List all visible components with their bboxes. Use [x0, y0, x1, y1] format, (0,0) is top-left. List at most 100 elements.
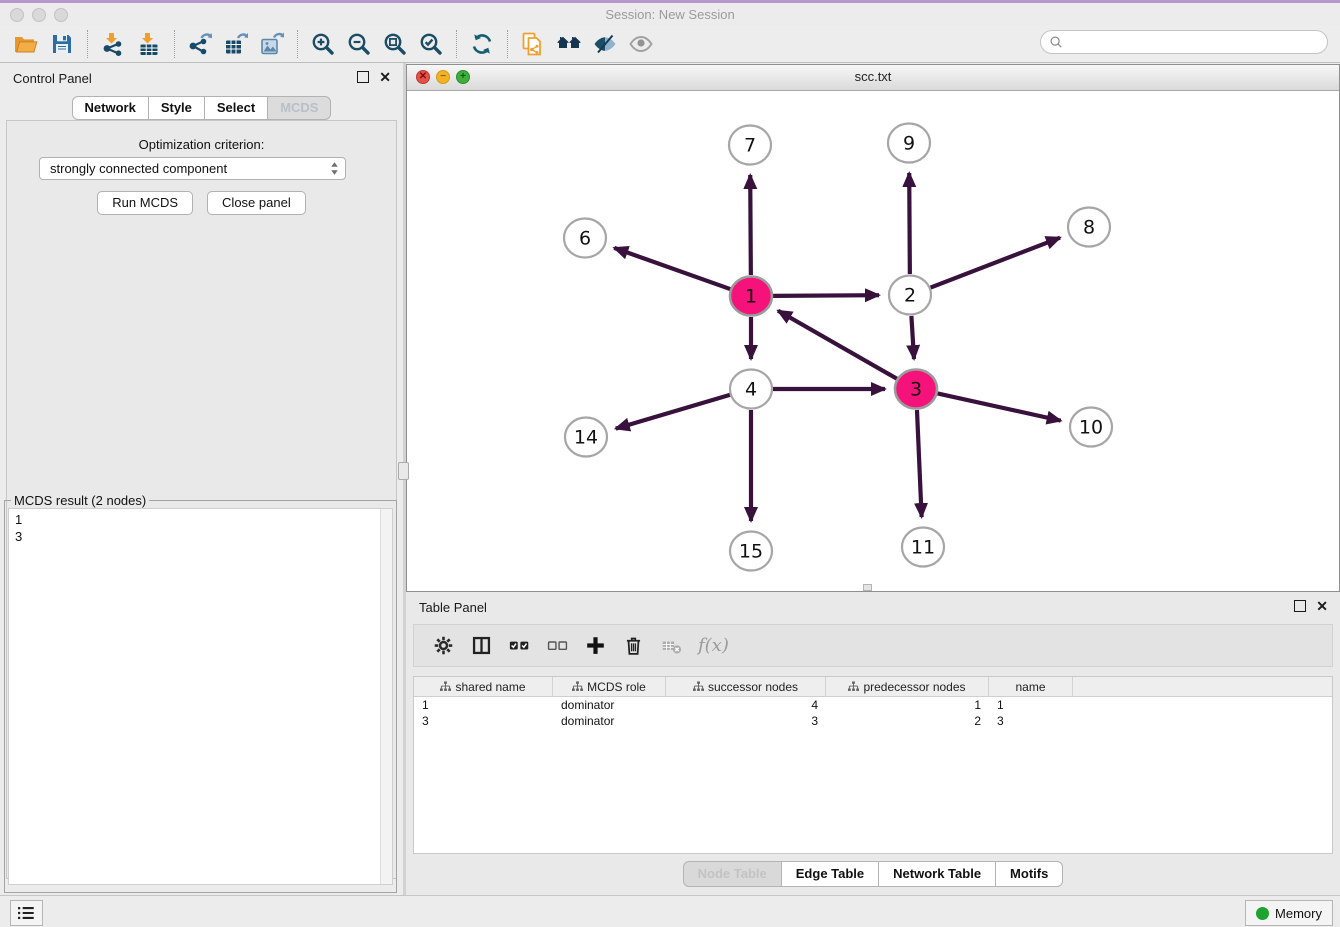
- graph-edge-3-10[interactable]: [937, 393, 1060, 420]
- graph-node-14[interactable]: 14: [565, 418, 607, 457]
- table-cell[interactable]: 1: [826, 698, 989, 712]
- graph-node-1[interactable]: 1: [730, 277, 772, 316]
- titlebar: Session: New Session: [0, 3, 1340, 27]
- zoom-in-icon[interactable]: [305, 29, 341, 59]
- graph-node-4[interactable]: 4: [730, 370, 772, 409]
- table-cell[interactable]: 3: [666, 714, 826, 728]
- network-splitter-handle[interactable]: [863, 584, 872, 591]
- graph-edge-1-7[interactable]: [750, 175, 751, 275]
- sort-column-icon: [572, 681, 583, 692]
- tab-edge-table[interactable]: Edge Table: [782, 861, 879, 887]
- tab-node-table[interactable]: Node Table: [683, 861, 782, 887]
- graph-node-10[interactable]: 10: [1070, 408, 1112, 447]
- graph-edge-4-14[interactable]: [616, 395, 730, 429]
- graph-node-2[interactable]: 2: [889, 276, 931, 315]
- network-graph[interactable]: 7 9 6 8 1 2 4 3 14 10 15 11: [407, 90, 1339, 591]
- add-column-icon[interactable]: [584, 634, 607, 657]
- search-box[interactable]: [1040, 30, 1328, 54]
- tab-network-table[interactable]: Network Table: [879, 861, 996, 887]
- table-cell[interactable]: dominator: [553, 714, 666, 728]
- table-row[interactable]: 1dominator411: [414, 697, 1332, 713]
- table-header-row: shared name MCDS role successor nodesprede…: [414, 677, 1332, 697]
- deselect-all-columns-icon[interactable]: [546, 634, 569, 657]
- split-columns-icon[interactable]: [470, 634, 493, 657]
- new-network-from-selection-icon[interactable]: [515, 29, 551, 59]
- attribute-settings-icon[interactable]: [432, 634, 455, 657]
- export-network-icon[interactable]: [182, 29, 218, 59]
- graph-edge-2-9[interactable]: [909, 173, 910, 274]
- import-network-icon[interactable]: [95, 29, 131, 59]
- zoom-out-icon[interactable]: [341, 29, 377, 59]
- network-view-window: ✕ − + scc.txt 7 9 6 8 1 2 4 3 14 10 15 11: [406, 64, 1340, 592]
- zoom-selected-icon[interactable]: [413, 29, 449, 59]
- criterion-selected-value: strongly connected component: [50, 161, 330, 176]
- tab-style[interactable]: Style: [149, 96, 205, 120]
- graph-edge-1-6[interactable]: [614, 248, 730, 289]
- table-cell[interactable]: 1: [989, 698, 1073, 712]
- table-panel: Table Panel ✕ f(x) shared nameMCDS roles…: [406, 592, 1340, 895]
- refresh-view-icon[interactable]: [464, 29, 500, 59]
- column-header-name[interactable]: name: [989, 677, 1073, 696]
- control-panel-header: Control Panel ✕: [0, 63, 403, 93]
- close-panel-button[interactable]: Close panel: [207, 191, 306, 215]
- hide-selected-icon[interactable]: [587, 29, 623, 59]
- tab-select[interactable]: Select: [205, 96, 268, 120]
- panel-splitter-handle[interactable]: [398, 462, 409, 480]
- graph-node-15[interactable]: 15: [730, 532, 772, 571]
- column-header-MCDS-role[interactable]: MCDS role: [553, 677, 666, 696]
- delete-column-icon[interactable]: [622, 634, 645, 657]
- search-input[interactable]: [1068, 34, 1319, 51]
- graph-node-3[interactable]: 3: [895, 370, 937, 409]
- column-header-predecessor-nodes[interactable]: predecessor nodes: [826, 677, 989, 696]
- graph-edge-3-11[interactable]: [917, 410, 922, 517]
- table-row[interactable]: 3dominator323: [414, 713, 1332, 729]
- column-header-shared-name[interactable]: shared name: [414, 677, 553, 696]
- tab-motifs[interactable]: Motifs: [996, 861, 1063, 887]
- column-header-label: MCDS role: [587, 680, 646, 694]
- result-scrollbar[interactable]: [380, 509, 392, 884]
- reset-home-icon[interactable]: [551, 29, 587, 59]
- zoom-fit-icon[interactable]: [377, 29, 413, 59]
- graph-node-6[interactable]: 6: [564, 219, 606, 258]
- graph-node-7[interactable]: 7: [729, 126, 771, 165]
- graph-node-8[interactable]: 8: [1068, 208, 1110, 247]
- graph-node-11[interactable]: 11: [902, 528, 944, 567]
- select-all-columns-icon[interactable]: [508, 634, 531, 657]
- graph-edge-2-3[interactable]: [911, 316, 914, 359]
- table-cell[interactable]: 4: [666, 698, 826, 712]
- table-cell[interactable]: 1: [414, 698, 553, 712]
- table-panel-title: Table Panel: [419, 600, 487, 615]
- close-panel-icon[interactable]: ✕: [379, 71, 391, 83]
- memory-button[interactable]: Memory: [1245, 900, 1333, 926]
- graph-node-label: 9: [903, 133, 915, 155]
- graph-node-9[interactable]: 9: [888, 124, 930, 163]
- export-image-icon[interactable]: [254, 29, 290, 59]
- show-panels-button[interactable]: [10, 900, 43, 926]
- export-table-icon[interactable]: [218, 29, 254, 59]
- column-header-successor-nodes[interactable]: successor nodes: [666, 677, 826, 696]
- table-cell[interactable]: 3: [414, 714, 553, 728]
- mcds-result-textarea[interactable]: 13: [8, 508, 393, 885]
- network-window-titlebar[interactable]: ✕ − + scc.txt: [407, 65, 1339, 91]
- table-cell[interactable]: dominator: [553, 698, 666, 712]
- float-panel-icon[interactable]: [357, 71, 369, 83]
- tab-network[interactable]: Network: [72, 96, 149, 120]
- import-table-icon[interactable]: [131, 29, 167, 59]
- node-table: shared name MCDS role successor nodesprede…: [413, 676, 1333, 854]
- open-session-icon[interactable]: [8, 29, 44, 59]
- close-table-panel-icon[interactable]: ✕: [1316, 600, 1328, 612]
- table-cell[interactable]: 3: [989, 714, 1073, 728]
- table-cell[interactable]: 2: [826, 714, 989, 728]
- control-panel-tabs: NetworkStyleSelectMCDS: [0, 96, 403, 120]
- graph-edge-2-8[interactable]: [931, 238, 1060, 288]
- run-mcds-button[interactable]: Run MCDS: [97, 191, 193, 215]
- float-table-panel-icon[interactable]: [1294, 600, 1306, 612]
- mcds-result-title: MCDS result (2 nodes): [11, 493, 149, 508]
- graph-edge-3-1[interactable]: [778, 311, 897, 379]
- graph-edge-1-2[interactable]: [773, 295, 879, 296]
- toolbar-separator: [87, 30, 88, 58]
- save-session-icon[interactable]: [44, 29, 80, 59]
- show-all-icon[interactable]: [623, 29, 659, 59]
- criterion-select[interactable]: strongly connected component: [39, 157, 346, 180]
- tab-mcds[interactable]: MCDS: [268, 96, 331, 120]
